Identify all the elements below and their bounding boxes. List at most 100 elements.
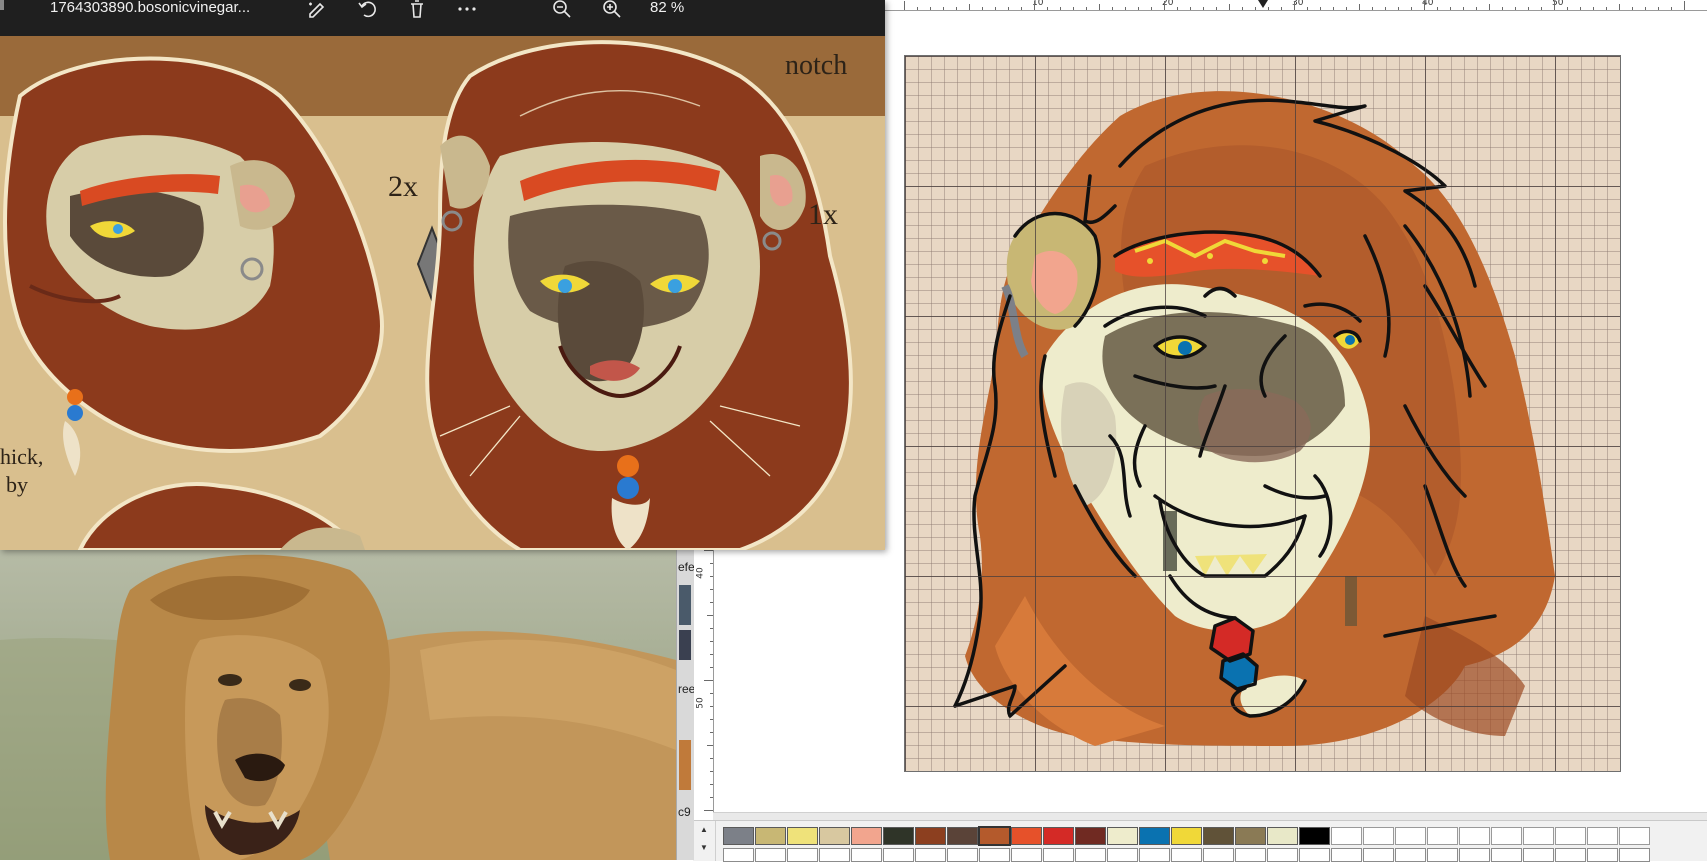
ruler-tick	[1450, 7, 1451, 10]
ruler-tick	[1281, 7, 1282, 10]
viewer-toolbar: 1764303890.bosonicvinegar... 82 %	[0, 0, 885, 36]
palette-swatch[interactable]	[1075, 827, 1106, 845]
ruler-tick	[710, 732, 713, 733]
palette-swatches	[723, 826, 1650, 846]
ruler-tick	[1164, 1, 1165, 10]
ruler-tick	[1294, 1, 1295, 10]
palette-swatch[interactable]	[1235, 827, 1266, 845]
palette-swatch[interactable]	[787, 827, 818, 845]
ruler-tick	[1086, 7, 1087, 10]
ruler-tick	[1307, 7, 1308, 10]
ruler-tick	[704, 680, 713, 681]
ruler-tick	[1684, 1, 1685, 10]
empty-palette-slot[interactable]	[1363, 827, 1394, 845]
empty-palette-slot[interactable]	[1427, 827, 1458, 845]
ruler-tick	[1190, 7, 1191, 10]
palette-swatch[interactable]	[883, 827, 914, 845]
edit-image-icon[interactable]	[306, 0, 328, 20]
palette-scroller[interactable]: ▲ ▼	[693, 821, 716, 861]
zoom-in-icon[interactable]	[601, 0, 623, 20]
palette-swatch[interactable]	[851, 827, 882, 845]
label-notch: notch	[785, 50, 848, 81]
palette-swatch[interactable]	[947, 827, 978, 845]
palette-swatch[interactable]	[1203, 827, 1234, 845]
palette-swatch[interactable]	[723, 827, 754, 845]
ruler-tick	[1346, 7, 1347, 10]
top-ruler: 10 20 30 40 50	[885, 0, 1707, 11]
empty-palette-slot[interactable]	[1555, 827, 1586, 845]
palette-swatch[interactable]	[755, 827, 786, 845]
ruler-tick	[1515, 7, 1516, 10]
empty-palette-slot[interactable]	[1331, 827, 1362, 845]
ruler-tick	[995, 7, 996, 10]
ruler-tick	[1554, 1, 1555, 10]
zoom-out-icon[interactable]	[551, 0, 573, 20]
empty-palette-slot[interactable]	[1587, 827, 1618, 845]
ruler-tick	[710, 563, 713, 564]
ruler-tick	[1073, 7, 1074, 10]
palette-swatch[interactable]	[915, 827, 946, 845]
ruler-tick	[943, 7, 944, 10]
zoom-level[interactable]: 82 %	[650, 0, 684, 16]
partial-text: c9	[678, 805, 691, 819]
ruler-tick	[982, 7, 983, 10]
delete-icon[interactable]	[406, 0, 428, 20]
ruler-tick	[1359, 4, 1360, 10]
ruler-tick	[710, 654, 713, 655]
empty-palette-slot[interactable]	[1459, 827, 1490, 845]
scroll-up-icon[interactable]: ▲	[693, 821, 715, 839]
thumbnail[interactable]	[679, 585, 691, 625]
stitch-canvas[interactable]	[904, 55, 1621, 772]
ruler-tick	[1320, 7, 1321, 10]
ruler-tick	[1034, 1, 1035, 10]
ruler-tick	[1372, 7, 1373, 10]
ruler-tick	[710, 667, 713, 668]
palette-swatch[interactable]	[1171, 827, 1202, 845]
ruler-tick	[1658, 7, 1659, 10]
palette-swatch[interactable]	[1107, 827, 1138, 845]
ruler-tick	[710, 771, 713, 772]
ruler-position-marker[interactable]	[1258, 0, 1268, 8]
empty-palette-slot[interactable]	[1491, 827, 1522, 845]
label-2x: 2x	[388, 170, 418, 203]
empty-palette-slot[interactable]	[1395, 827, 1426, 845]
empty-palette-slot[interactable]	[1523, 827, 1554, 845]
ruler-tick	[1385, 7, 1386, 10]
scroll-down-icon[interactable]: ▼	[693, 839, 715, 857]
label-cut-text-1: hick,	[0, 444, 44, 469]
left-ruler: 40 50	[693, 550, 714, 812]
ruler-tick	[1424, 1, 1425, 10]
ruler-tick	[704, 550, 713, 551]
thumbnail[interactable]	[679, 740, 691, 790]
ruler-tick	[1398, 7, 1399, 10]
rotate-icon[interactable]	[356, 0, 378, 20]
ruler-tick	[710, 797, 713, 798]
palette-swatch[interactable]	[1043, 827, 1074, 845]
ruler-tick	[930, 7, 931, 10]
ruler-tick	[969, 4, 970, 10]
ruler-tick	[1671, 7, 1672, 10]
ruler-tick	[1411, 7, 1412, 10]
ruler-tick	[1138, 7, 1139, 10]
palette-swatch[interactable]	[819, 827, 850, 845]
palette-swatch[interactable]	[1139, 827, 1170, 845]
palette-swatch[interactable]	[1267, 827, 1298, 845]
ruler-tick	[1619, 4, 1620, 10]
ruler-tick	[1008, 7, 1009, 10]
pattern-editor: 10 20 30 40 50	[885, 0, 1707, 860]
ruler-number: 40	[695, 567, 706, 579]
ruler-tick	[1021, 7, 1022, 10]
partial-text: ree	[678, 682, 694, 696]
empty-palette-slot[interactable]	[1619, 827, 1650, 845]
ruler-tick	[1255, 7, 1256, 10]
palette-swatch[interactable]	[978, 826, 1011, 846]
label-1x: 1x	[808, 198, 838, 231]
thumbnail[interactable]	[679, 630, 691, 660]
ruler-tick	[710, 693, 713, 694]
more-icon[interactable]	[456, 0, 478, 20]
ruler-tick	[1216, 7, 1217, 10]
palette-swatch[interactable]	[1011, 827, 1042, 845]
ruler-tick	[1580, 7, 1581, 10]
ruler-tick	[1606, 7, 1607, 10]
palette-swatch[interactable]	[1299, 827, 1330, 845]
